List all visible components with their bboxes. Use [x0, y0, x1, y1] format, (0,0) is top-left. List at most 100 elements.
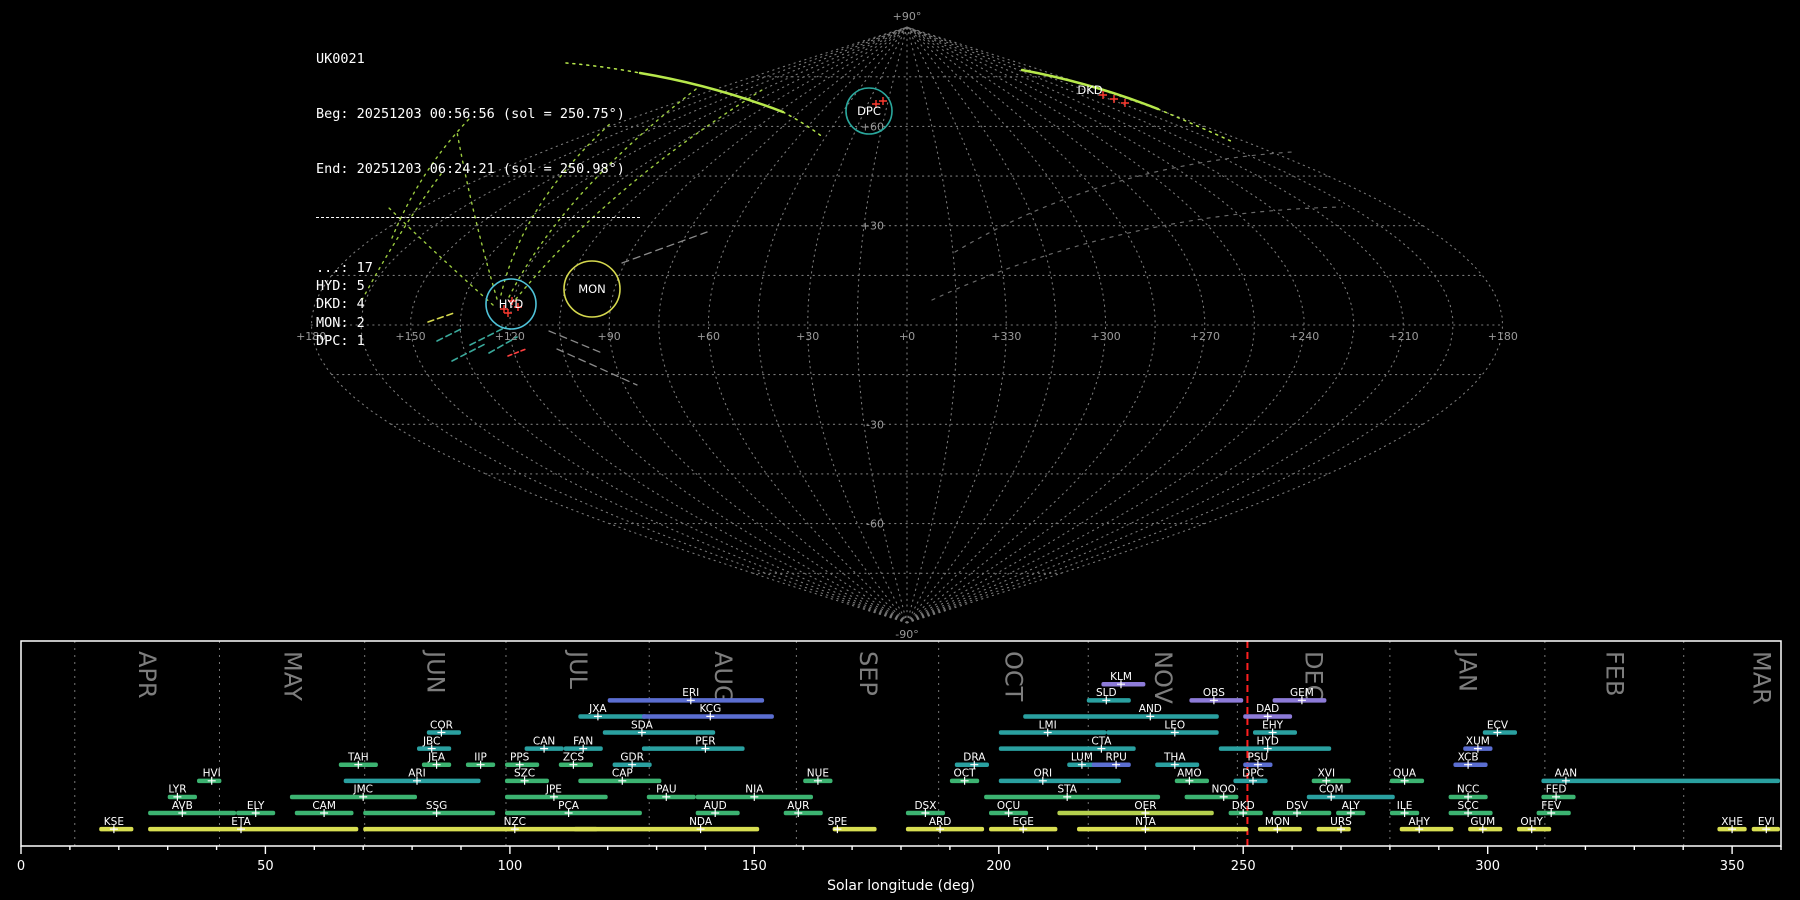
shower-label: AUD	[704, 800, 727, 812]
shower-lyr: LYR	[168, 784, 197, 801]
month-label: OCT	[999, 651, 1027, 702]
count-row: DPC: 1	[316, 332, 640, 350]
shower-aly: ALY	[1336, 800, 1365, 817]
shower-label: AUR	[787, 800, 809, 812]
shower-ecv: ECV	[1483, 719, 1517, 736]
shower-jmc: JMC	[290, 784, 417, 801]
shower-urs: URS	[1317, 816, 1353, 833]
shower-label: JMC	[352, 784, 373, 796]
shower-xum: XUM	[1463, 735, 1492, 752]
month-label: MAR	[1747, 651, 1775, 705]
shower-label: PAU	[656, 784, 677, 796]
shower-label: NZC	[504, 816, 526, 828]
shower-label: CAP	[612, 768, 633, 780]
shower-bar	[1077, 827, 1248, 832]
shower-label: LMI	[1039, 719, 1057, 731]
shower-noo: NOO	[1185, 784, 1239, 801]
shower-label: AAN	[1555, 768, 1578, 780]
shower-label: URS	[1330, 816, 1352, 828]
count-row: ...: 17	[316, 259, 640, 277]
pole-label-south: -90°	[895, 628, 918, 641]
info-separator	[316, 217, 640, 218]
shower-gum: GUM	[1468, 816, 1502, 833]
count-row: DKD: 4	[316, 295, 640, 313]
session-beg: Beg: 20251203 00:56:56 (sol = 250.75°)	[316, 105, 640, 123]
shower-label: PPS	[510, 752, 530, 764]
shower-label: THA	[1163, 752, 1186, 764]
shower-amo: AMO	[1175, 768, 1209, 785]
shower-klm: KLM	[1101, 671, 1145, 688]
station-id: UK0021	[316, 50, 640, 68]
shower-label: SLD	[1096, 687, 1117, 699]
shower-tha: THA	[1155, 752, 1199, 769]
shower-label: AND	[1139, 703, 1162, 715]
shower-eta: ETA	[148, 816, 358, 833]
shower-aan: AAN	[1541, 768, 1780, 785]
shower-label: XCB	[1458, 752, 1479, 764]
shower-label: SDA	[631, 719, 654, 731]
session-end: End: 20251203 06:24:21 (sol = 250.98°)	[316, 160, 640, 178]
shower-label: SSG	[426, 800, 447, 812]
lon-label: +180	[1488, 330, 1518, 343]
shower-fan: FAN	[564, 735, 603, 752]
shower-label: AMO	[1177, 768, 1202, 780]
shower-label: NCC	[1457, 784, 1480, 796]
shower-tah: TAH	[339, 752, 378, 769]
lat-label: -30	[866, 418, 884, 431]
shower-label: ERI	[682, 687, 699, 699]
shower-label: TAH	[347, 752, 369, 764]
shower-label: XUM	[1466, 735, 1490, 747]
shower-scc: SCC	[1449, 800, 1493, 817]
shower-label: KCG	[699, 703, 721, 715]
shower-label: DRA	[963, 752, 986, 764]
shower-cta: CTA	[999, 735, 1136, 752]
shower-label: ORI	[1033, 768, 1052, 780]
shower-ssg: SSG	[363, 800, 495, 817]
shower-ari: ARI	[344, 768, 481, 785]
shower-label: RPU	[1105, 752, 1126, 764]
shower-label: XVI	[1318, 768, 1335, 780]
shower-label: ZCS	[563, 752, 585, 764]
lat-label: +30	[861, 220, 884, 233]
shower-cam: CAM	[295, 800, 354, 817]
month-label: JAN	[1454, 649, 1482, 692]
x-tick-label: 50	[257, 859, 274, 874]
shower-pau: PAU	[647, 784, 696, 801]
shower-label: GDR	[620, 752, 644, 764]
shower-label: AVB	[172, 800, 193, 812]
shower-jpe: JPE	[505, 784, 608, 801]
shower-counts: ...: 17HYD: 5DKD: 4MON: 2DPC: 1	[316, 259, 640, 350]
lon-label: +240	[1289, 330, 1319, 343]
shower-rpu: RPU	[1092, 752, 1131, 769]
shower-label: ILE	[1397, 800, 1413, 812]
shower-label: EGE	[1013, 816, 1034, 828]
shower-label: OCU	[997, 800, 1020, 812]
x-tick-label: 350	[1720, 859, 1745, 874]
shower-can: CAN	[525, 735, 564, 752]
shower-bar	[1106, 730, 1218, 735]
shower-label: HYD	[1256, 735, 1278, 747]
shower-aud: AUD	[696, 800, 740, 817]
shower-sta: STA	[984, 784, 1160, 801]
shower-nta: NTA	[1077, 816, 1248, 833]
lon-label: +30	[796, 330, 819, 343]
x-tick-label: 250	[1231, 859, 1256, 874]
shower-label: FED	[1546, 784, 1567, 796]
x-tick-labels: 050100150200250300350	[17, 859, 1745, 874]
shower-label: STA	[1057, 784, 1077, 796]
observation-info: UK0021 Beg: 20251203 00:56:56 (sol = 250…	[316, 14, 640, 386]
shower-label: FAN	[573, 735, 593, 747]
shower-label: CAN	[533, 735, 555, 747]
meteor-trail	[1158, 109, 1233, 142]
shower-label: JPE	[545, 784, 562, 796]
shower-dpc: DPC	[1233, 768, 1267, 785]
shower-label: GEM	[1290, 687, 1314, 699]
shower-nda: NDA	[573, 816, 759, 833]
shower-evi: EVI	[1752, 816, 1780, 833]
shower-xvi: XVI	[1312, 768, 1351, 785]
shower-jxa: JXA	[578, 703, 646, 720]
shower-label: NOO	[1211, 784, 1235, 796]
radiant-marker	[1121, 99, 1129, 107]
shower-label: OHY	[1520, 816, 1543, 828]
shower-label: EHY	[1262, 719, 1284, 731]
